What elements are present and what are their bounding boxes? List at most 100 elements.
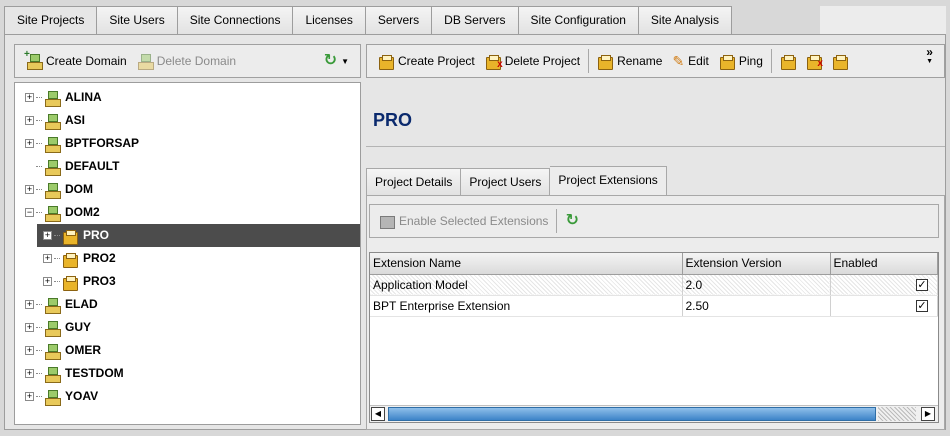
- expand-icon[interactable]: +: [25, 369, 34, 378]
- tab-site-users[interactable]: Site Users: [97, 6, 178, 34]
- refresh-extensions-button[interactable]: ↻: [560, 208, 583, 234]
- tree-item[interactable]: + GUY: [15, 316, 360, 339]
- domain-icon: [44, 320, 61, 337]
- horizontal-scrollbar[interactable]: ◀ ▶: [370, 405, 938, 422]
- create-domain-button[interactable]: + Create Domain: [21, 48, 132, 74]
- rename-button[interactable]: Rename: [592, 48, 667, 74]
- toolbar-separator: [556, 209, 558, 233]
- tab-licenses[interactable]: Licenses: [293, 6, 366, 34]
- domain-icon: [44, 159, 61, 176]
- main-tab-bar: Site Projects Site Users Site Connection…: [4, 6, 732, 34]
- tree-item-label: PRO2: [83, 251, 116, 265]
- tree-item[interactable]: + ASI: [15, 109, 360, 132]
- scrollbar-thumb[interactable]: [388, 407, 876, 421]
- extension-version-cell: 2.50: [682, 295, 831, 317]
- expand-icon[interactable]: +: [25, 185, 34, 194]
- create-project-button[interactable]: Create Project: [373, 48, 480, 74]
- tree-connector: [36, 350, 42, 351]
- tree-item[interactable]: + BPTFORSAP: [15, 132, 360, 155]
- enabled-checkbox[interactable]: ✓: [916, 278, 928, 291]
- tree-item-label: OMER: [65, 343, 101, 357]
- tab-project-extensions[interactable]: Project Extensions: [550, 166, 667, 195]
- tree-connector: [36, 304, 42, 305]
- scroll-right-icon[interactable]: ▶: [921, 407, 935, 421]
- tab-site-connections[interactable]: Site Connections: [177, 6, 294, 34]
- tree-item[interactable]: + DOM: [15, 178, 360, 201]
- expand-icon[interactable]: +: [25, 300, 34, 309]
- tab-site-analysis[interactable]: Site Analysis: [638, 6, 732, 34]
- extension-name-cell: Application Model: [370, 274, 683, 296]
- tree-item[interactable]: + PRO2: [15, 247, 360, 270]
- refresh-icon: ↻: [323, 52, 338, 69]
- tree-connector: [36, 97, 42, 98]
- column-header-extension-name[interactable]: Extension Name: [370, 253, 683, 275]
- tab-site-configuration[interactable]: Site Configuration: [518, 6, 639, 34]
- expand-icon[interactable]: +: [43, 277, 52, 286]
- tab-db-servers[interactable]: DB Servers: [432, 6, 519, 34]
- tree-item[interactable]: + YOAV: [15, 385, 360, 408]
- project-action-button-2[interactable]: x: [801, 48, 827, 74]
- ping-button[interactable]: Ping: [714, 48, 768, 74]
- expand-icon[interactable]: +: [25, 323, 34, 332]
- tree-item-label: DOM: [65, 182, 93, 196]
- tree-item[interactable]: + PRO3: [15, 270, 360, 293]
- tree-item[interactable]: + ALINA: [15, 86, 360, 109]
- expand-icon[interactable]: +: [43, 231, 52, 240]
- tree-item-label: ELAD: [65, 297, 98, 311]
- tree-connector: [36, 327, 42, 328]
- tree-item-label: ASI: [65, 113, 86, 127]
- tree-item[interactable]: + OMER: [15, 339, 360, 362]
- domain-icon: [44, 182, 61, 199]
- tree-connector: [36, 120, 42, 121]
- expand-icon[interactable]: +: [25, 392, 34, 401]
- tree-item-label: DOM2: [65, 205, 100, 219]
- expand-icon[interactable]: +: [25, 346, 34, 355]
- tab-bar-filler: [820, 6, 946, 34]
- tree-item[interactable]: DEFAULT: [15, 155, 360, 178]
- tab-servers[interactable]: Servers: [365, 6, 433, 34]
- edit-button[interactable]: ✎ Edit: [667, 48, 713, 74]
- tree-item[interactable]: + PRO: [37, 224, 360, 247]
- tree-item-label: GUY: [65, 320, 92, 334]
- refresh-dropdown-button[interactable]: ↻ ▼: [319, 48, 354, 74]
- delete-domain-label: Delete Domain: [156, 54, 237, 68]
- toolbar-separator: [770, 49, 772, 73]
- delete-project-button[interactable]: x Delete Project: [480, 48, 585, 74]
- tab-project-users[interactable]: Project Users: [461, 168, 551, 195]
- enabled-checkbox[interactable]: ✓: [916, 299, 928, 312]
- table-row[interactable]: BPT Enterprise Extension 2.50 ✓: [370, 295, 938, 317]
- scroll-left-icon[interactable]: ◀: [371, 407, 385, 421]
- toolbar-overflow-button[interactable]: » ▼: [921, 46, 938, 74]
- tree-item-label: DEFAULT: [65, 159, 120, 173]
- enable-selected-extensions-button[interactable]: Enable Selected Extensions: [374, 208, 553, 234]
- tree-connector: [36, 373, 42, 374]
- column-header-enabled[interactable]: Enabled: [830, 253, 938, 275]
- project-action-button-1[interactable]: [775, 48, 801, 74]
- tree-item-label: PRO3: [83, 274, 116, 288]
- column-header-extension-version[interactable]: Extension Version: [682, 253, 831, 275]
- refresh-icon: ↻: [565, 212, 579, 229]
- table-row[interactable]: Application Model 2.0 ✓: [370, 274, 938, 296]
- expand-icon[interactable]: +: [25, 116, 34, 125]
- tree-item[interactable]: + TESTDOM: [15, 362, 360, 385]
- ping-label: Ping: [738, 54, 763, 68]
- overflow-arrow-icon: ▼: [926, 58, 933, 65]
- tree-item-label: YOAV: [65, 389, 99, 403]
- tab-project-details[interactable]: Project Details: [366, 168, 462, 195]
- expand-icon[interactable]: +: [43, 254, 52, 263]
- tree-item[interactable]: + ELAD: [15, 293, 360, 316]
- project-icon: [62, 251, 78, 268]
- title-divider: [366, 146, 945, 147]
- domain-icon: [44, 389, 61, 406]
- delete-domain-button[interactable]: Delete Domain: [132, 48, 241, 74]
- domain-project-tree[interactable]: + ALINA + ASI + BPTFORSAP DEFAULT + DOM − DOM2 + PRO…: [14, 82, 361, 425]
- expand-icon[interactable]: +: [25, 139, 34, 148]
- collapse-icon[interactable]: −: [25, 208, 34, 217]
- tree-connector: [36, 143, 42, 144]
- project-action-button-3[interactable]: [827, 48, 853, 74]
- expand-icon[interactable]: +: [25, 93, 34, 102]
- tab-site-projects[interactable]: Site Projects: [4, 6, 98, 34]
- tree-item-label: ALINA: [65, 90, 102, 104]
- tree-item[interactable]: − DOM2: [15, 201, 360, 224]
- ping-icon: [719, 53, 735, 70]
